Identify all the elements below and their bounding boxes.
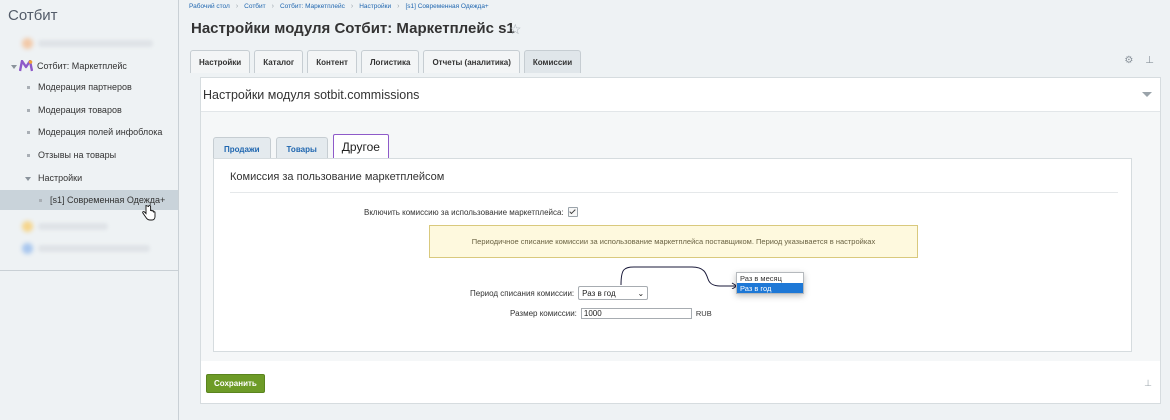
enable-commission-label: Включить комиссию за использование марке… (364, 207, 564, 217)
panel-body: Продажи Товары Другое Комиссия за пользо… (201, 112, 1160, 361)
commission-section: Комиссия за пользование маркетплейсом Вк… (213, 158, 1132, 352)
tab-content[interactable]: Контент (307, 50, 357, 73)
sidebar-divider (0, 270, 178, 271)
period-option-year[interactable]: Раз в год (737, 283, 803, 293)
breadcrumb-link[interactable]: Настройки (359, 3, 391, 10)
sidebar: Сотбит Сотбит: Маркетплейс Модерация пар… (0, 0, 179, 420)
blurred-item (38, 245, 150, 252)
breadcrumb-separator-icon: › (397, 3, 400, 10)
period-dropdown-list: Раз в месяц Раз в год (736, 272, 804, 294)
panel-header: Настройки модуля sotbit.commissions (201, 78, 1160, 112)
subtab-products[interactable]: Товары (275, 137, 328, 160)
breadcrumb-separator-icon: › (350, 3, 354, 10)
sidebar-item-label: Модерация товаров (38, 105, 122, 115)
subtab-sales[interactable]: Продажи (213, 137, 271, 160)
sidebar-title: Сотбит (8, 7, 58, 24)
marketplace-logo-icon (18, 59, 34, 72)
size-row: Размер комиссии: 1000 RUB (510, 308, 712, 319)
expand-arrow-icon (25, 173, 31, 183)
bullet-icon (27, 130, 30, 134)
enable-commission-row: Включить комиссию за использование марке… (364, 207, 578, 217)
breadcrumb: Рабочий стол › Сотбит › Сотбит: Маркетплей… (189, 3, 489, 10)
period-option-month[interactable]: Раз в месяц (737, 273, 803, 283)
breadcrumb-link[interactable]: Сотбит: Маркетплейс (280, 3, 345, 10)
commission-size-input[interactable]: 1000 (580, 308, 692, 319)
top-icons: ⚙ ⊥ (1124, 55, 1154, 66)
sidebar-item-marketplace[interactable]: Сотбит: Маркетплейс (0, 56, 178, 76)
currency-unit: RUB (695, 309, 712, 318)
tab-logistics[interactable]: Логистика (360, 50, 420, 73)
sidebar-item-label: Отзывы на товары (38, 150, 117, 160)
hand-cursor-icon (142, 204, 156, 224)
page-title: Настройки модуля Сотбит: Маркетплейс s1 (191, 20, 515, 37)
tab-commissions[interactable]: Комиссии (523, 50, 582, 73)
blurred-item (38, 40, 153, 47)
panel-title: Настройки модуля sotbit.commissions (203, 88, 420, 102)
sidebar-item-label: Модерация партнеров (38, 82, 132, 92)
sidebar-item-reviews[interactable]: Отзывы на товары (0, 145, 178, 165)
favorite-star-icon[interactable]: ☆ (509, 21, 522, 38)
sidebar-item-partner-moderation[interactable]: Модерация партнеров (0, 77, 178, 97)
sidebar-item-label: Сотбит: Маркетплейс (37, 61, 127, 71)
sidebar-item-label: Настройки (38, 173, 83, 183)
info-notice: Периодичное списание комиссии за использ… (429, 225, 918, 258)
size-label: Размер комиссии: (510, 309, 577, 318)
gear-icon[interactable]: ⚙ (1124, 55, 1133, 66)
tab-reports[interactable]: Отчеты (аналитика) (423, 50, 520, 73)
section-divider (230, 192, 1118, 193)
sidebar-item-label: Модерация полей инфоблока (38, 127, 163, 137)
period-row: Период списания комиссии: Раз в год ⌄ (470, 286, 649, 300)
bullet-icon (27, 153, 30, 157)
tab-settings[interactable]: Настройки (190, 50, 251, 73)
bullet-icon (27, 85, 30, 89)
expand-arrow-icon (11, 61, 17, 71)
breadcrumb-separator-icon: › (235, 3, 239, 10)
period-label: Период списания комиссии: (470, 288, 575, 298)
save-button[interactable]: Сохранить (206, 374, 265, 393)
subtab-other[interactable]: Другое (332, 134, 389, 160)
section-title: Комиссия за пользование маркетплейсом (230, 171, 445, 183)
module-tabs: Настройки Каталог Контент Логистика Отче… (190, 50, 582, 73)
pin-icon[interactable]: ⊥ (1144, 378, 1152, 389)
chevron-down-icon: ⌄ (637, 288, 645, 298)
bullet-icon (39, 198, 42, 202)
breadcrumb-link[interactable]: Рабочий стол (189, 3, 230, 10)
blurred-item (38, 223, 108, 230)
settings-panel: Настройки модуля sotbit.commissions Прод… (200, 77, 1161, 404)
blurred-icon (22, 243, 33, 254)
bullet-icon (27, 108, 30, 112)
subtabs: Продажи Товары Другое (213, 134, 389, 160)
sidebar-item-settings[interactable]: Настройки (0, 168, 178, 188)
period-select-value: Раз в год (582, 288, 616, 298)
sidebar-item-product-moderation[interactable]: Модерация товаров (0, 100, 178, 120)
breadcrumb-link[interactable]: Сотбит (244, 3, 265, 10)
sidebar-item-field-moderation[interactable]: Модерация полей инфоблока (0, 122, 178, 142)
period-select[interactable]: Раз в год ⌄ (578, 286, 649, 300)
collapse-chevron-icon[interactable] (1142, 92, 1152, 97)
enable-commission-checkbox[interactable] (567, 207, 578, 217)
breadcrumb-link[interactable]: [s1] Современная Одежда+ (405, 3, 488, 10)
blurred-icon (22, 221, 33, 232)
main-content: Рабочий стол › Сотбит › Сотбит: Маркетплей… (189, 0, 1161, 420)
pin-icon[interactable]: ⊥ (1145, 55, 1154, 66)
breadcrumb-separator-icon: › (271, 3, 274, 10)
tab-catalog[interactable]: Каталог (254, 50, 304, 73)
blurred-icon (22, 38, 33, 49)
